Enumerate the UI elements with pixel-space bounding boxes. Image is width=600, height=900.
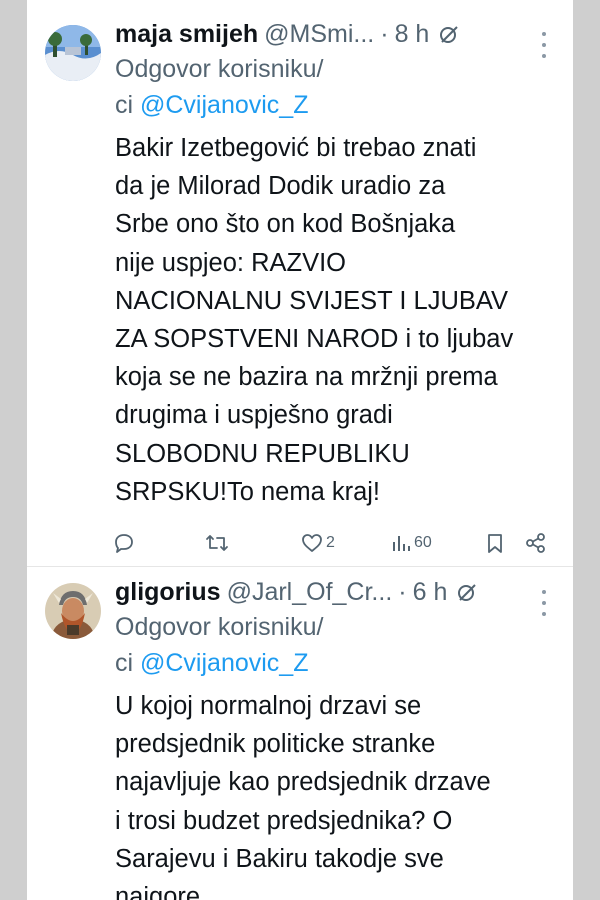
bookmark-button[interactable] <box>485 532 505 554</box>
grok-icon[interactable] <box>457 577 477 609</box>
reply-ci: ci <box>115 91 140 119</box>
more-options-icon[interactable] <box>535 590 553 616</box>
bookmark-icon <box>485 532 505 554</box>
grok-icon[interactable] <box>439 19 459 51</box>
reply-mention-link[interactable]: @Cvijanovic_Z <box>140 649 308 677</box>
reply-mention-link[interactable]: @Cvijanovic_Z <box>140 91 308 119</box>
reply-context: Odgovor korisniku/ ci @Cvijanovic_Z <box>115 51 559 123</box>
user-handle[interactable]: @MSmi... <box>264 18 374 50</box>
avatar[interactable] <box>45 583 101 639</box>
timestamp[interactable]: 8 h <box>395 18 430 50</box>
separator-dot: · <box>380 20 389 48</box>
timeline: maja smijeh @MSmi... · 8 h Odgovor koris… <box>27 0 573 900</box>
reply-prefix: Odgovor korisniku/ <box>115 613 324 641</box>
tweet-text: Bakir Izetbegović bi trebao znati da je … <box>115 134 514 506</box>
views-icon <box>391 533 411 553</box>
user-handle[interactable]: @Jarl_Of_Cr... <box>227 576 393 608</box>
reply-icon <box>113 532 135 554</box>
more-options-icon[interactable] <box>535 32 553 58</box>
view-count: 60 <box>414 534 432 551</box>
display-name[interactable]: maja smijeh <box>115 18 258 50</box>
like-count: 2 <box>326 534 335 551</box>
display-name[interactable]: gligorius <box>115 576 221 608</box>
like-button[interactable]: 2 <box>301 532 335 554</box>
views-button[interactable]: 60 <box>391 533 432 553</box>
retweet-icon <box>205 532 229 554</box>
retweet-button[interactable] <box>205 532 229 554</box>
tweet-text: U kojoj normalnoj drzavi se predsjednik … <box>115 692 491 900</box>
tweet-content: gligorius @Jarl_Of_Cr... · 6 h Odgovor k… <box>115 576 559 900</box>
reply-button[interactable] <box>113 532 135 554</box>
tweet-divider <box>27 566 573 567</box>
reply-context: Odgovor korisniku/ ci @Cvijanovic_Z <box>115 609 559 681</box>
separator-dot: · <box>398 578 407 606</box>
tweet-content: maja smijeh @MSmi... · 8 h Odgovor koris… <box>115 18 559 511</box>
tweet-header: maja smijeh @MSmi... · 8 h <box>115 18 559 51</box>
reply-prefix: Odgovor korisniku/ <box>115 55 324 83</box>
avatar[interactable] <box>45 25 101 81</box>
tweet-header: gligorius @Jarl_Of_Cr... · 6 h <box>115 576 559 609</box>
like-icon <box>301 532 323 554</box>
timestamp[interactable]: 6 h <box>413 576 448 608</box>
action-bar: 2 60 <box>113 528 559 558</box>
tweet[interactable]: maja smijeh @MSmi... · 8 h Odgovor koris… <box>27 0 573 566</box>
share-icon <box>525 532 547 554</box>
share-button[interactable] <box>525 532 547 554</box>
reply-ci: ci <box>115 649 140 677</box>
